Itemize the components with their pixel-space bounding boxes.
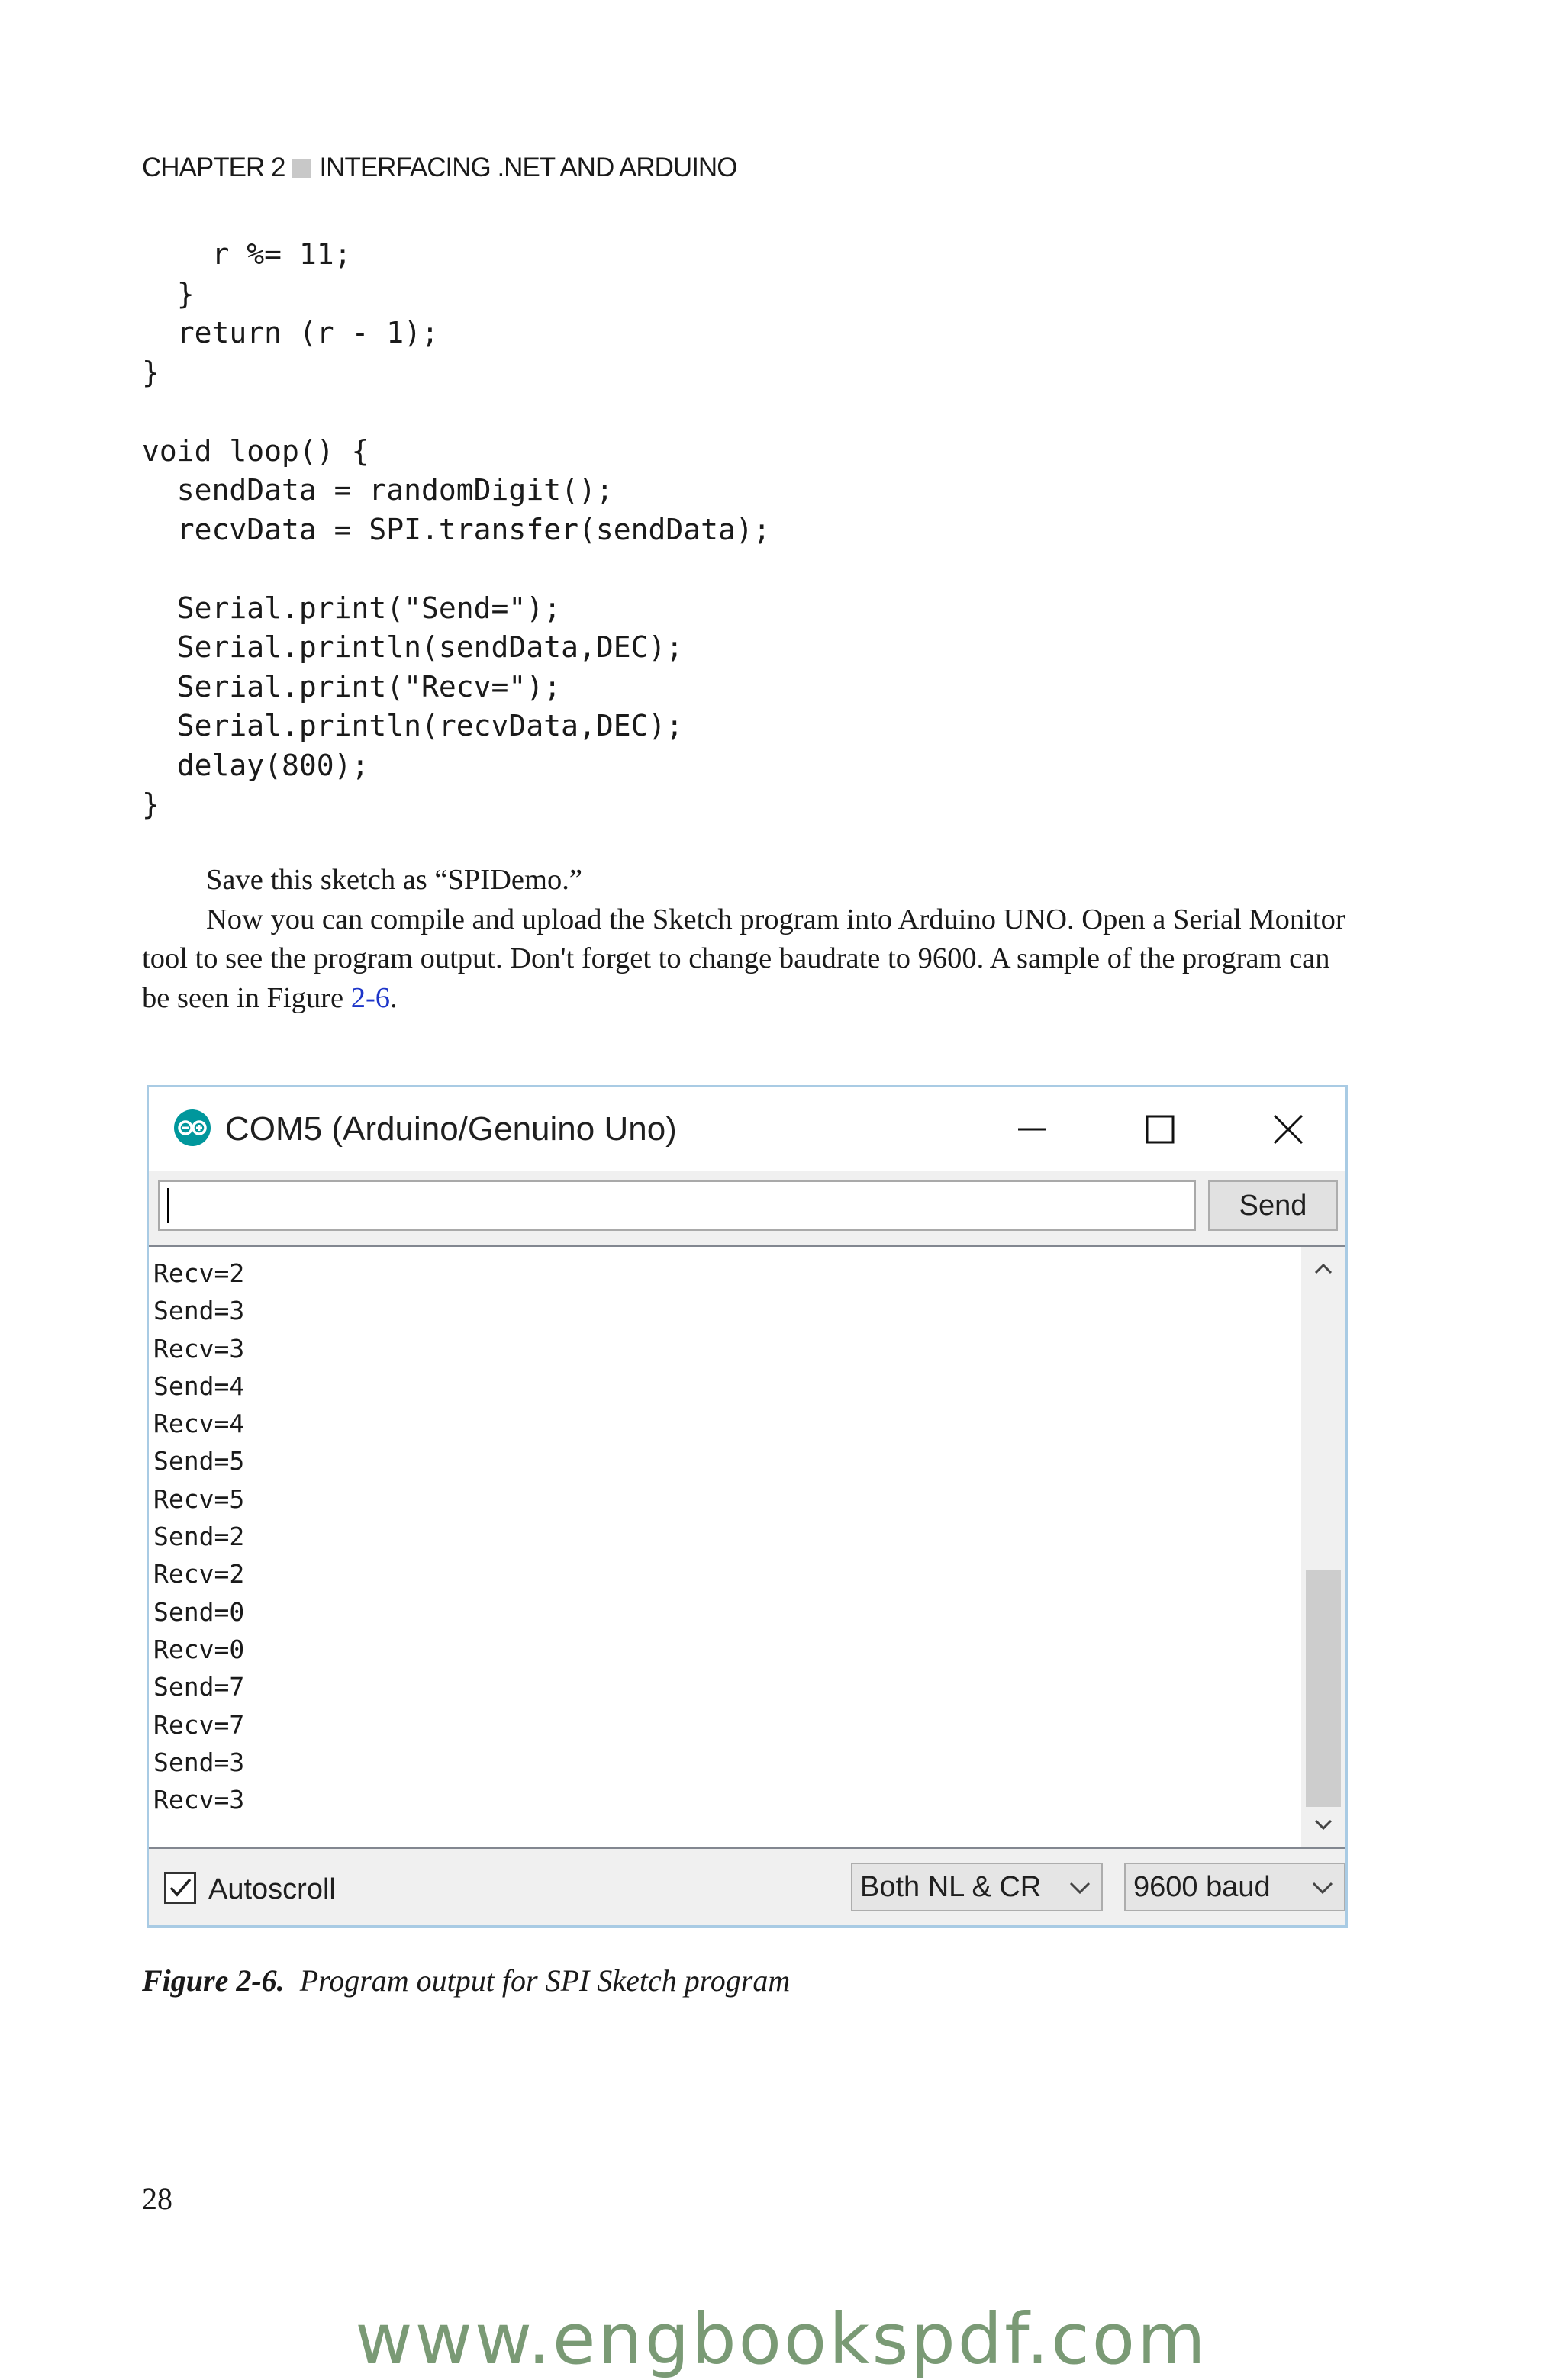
paragraph-text: Now you can compile and upload the Sketc… (142, 903, 1345, 1014)
serial-monitor-window: COM5 (Arduino/Genuino Uno) Send Recv=2 Se… (147, 1085, 1348, 1928)
code-listing: r %= 11; } return (r - 1); } void loop()… (142, 235, 771, 825)
figure-link[interactable]: 2-6 (351, 982, 390, 1014)
line-ending-value: Both NL & CR (860, 1871, 1042, 1903)
output-lines: Recv=2 Send=3 Recv=3 Send=4 Recv=4 Send=5 Recv… (153, 1254, 244, 1818)
serial-output[interactable]: Recv=2 Send=3 Recv=3 Send=4 Recv=4 Send=5 Recv… (149, 1245, 1345, 1849)
output-line: Recv=3 (153, 1333, 245, 1364)
output-line: Recv=4 (153, 1409, 245, 1439)
baud-rate-value: 9600 baud (1133, 1871, 1271, 1903)
scroll-down-button[interactable] (1301, 1802, 1345, 1847)
output-line: Send=5 (153, 1446, 245, 1477)
chapter-label: CHAPTER 2 (142, 153, 285, 182)
figure-caption-text: Program output for SPI Sketch program (299, 1963, 791, 1998)
code-line: Serial.print("Send="); (176, 591, 562, 625)
chevron-down-icon (1069, 1882, 1091, 1895)
page-number: 28 (142, 2182, 172, 2216)
minimize-button[interactable] (1005, 1104, 1059, 1155)
code-line: sendData = randomDigit(); (176, 473, 614, 507)
output-line: Recv=5 (153, 1483, 245, 1514)
running-header: CHAPTER 2 INTERFACING .NET AND ARDUINO (142, 153, 737, 183)
output-line: Send=3 (153, 1747, 245, 1777)
code-line: return (r - 1); (176, 316, 439, 349)
output-line: Send=4 (153, 1370, 245, 1401)
output-line: Recv=2 (153, 1559, 245, 1589)
output-line: Recv=2 (153, 1258, 245, 1288)
minimize-icon (1018, 1128, 1046, 1131)
close-icon (1273, 1114, 1304, 1145)
vertical-scrollbar[interactable] (1301, 1247, 1345, 1847)
output-line: Recv=0 (153, 1634, 245, 1664)
code-line: } (176, 276, 195, 311)
output-line: Send=3 (153, 1296, 245, 1326)
maximize-button[interactable] (1133, 1104, 1187, 1155)
code-line: } (142, 355, 160, 389)
baud-rate-select[interactable]: 9600 baud (1124, 1863, 1345, 1911)
body-text: Save this sketch as “SPIDemo.” Now you c… (142, 861, 1363, 1018)
serial-input[interactable] (158, 1180, 1196, 1231)
chevron-down-icon (1312, 1882, 1333, 1895)
scroll-up-button[interactable] (1301, 1247, 1345, 1291)
window-title: COM5 (Arduino/Genuino Uno) (225, 1110, 677, 1148)
output-line: Send=7 (153, 1672, 245, 1702)
send-button[interactable]: Send (1208, 1180, 1338, 1231)
status-bar: Autoscroll Both NL & CR 9600 baud (149, 1849, 1345, 1925)
chevron-up-icon (1314, 1263, 1333, 1274)
title-bar: COM5 (Arduino/Genuino Uno) (149, 1087, 1345, 1171)
autoscroll-label: Autoscroll (208, 1873, 336, 1905)
code-line: r %= 11; (211, 237, 352, 271)
code-line: recvData = SPI.transfer(sendData); (176, 512, 771, 546)
output-line: Send=2 (153, 1522, 245, 1552)
text-caret (167, 1188, 169, 1223)
paragraph: Now you can compile and upload the Sketc… (142, 900, 1363, 1019)
figure-label: Figure 2-6. (142, 1963, 285, 1998)
output-line: Recv=3 (153, 1785, 245, 1815)
code-line: } (142, 787, 160, 821)
watermark: www.engbookspdf.com (355, 2298, 1208, 2380)
maximize-icon (1146, 1115, 1175, 1144)
chevron-down-icon (1314, 1819, 1333, 1831)
close-button[interactable] (1262, 1104, 1315, 1155)
paragraph: Save this sketch as “SPIDemo.” (206, 864, 582, 896)
code-line: Serial.println(recvData,DEC); (176, 709, 684, 742)
chapter-title: INTERFACING .NET AND ARDUINO (319, 153, 737, 182)
code-line: void loop() { (142, 433, 369, 468)
code-line: delay(800); (176, 748, 369, 782)
arduino-logo-icon (174, 1109, 211, 1146)
paragraph-text: . (390, 981, 398, 1014)
code-line: Serial.print("Recv="); (176, 669, 562, 704)
line-ending-select[interactable]: Both NL & CR (851, 1863, 1103, 1911)
input-row: Send (149, 1171, 1345, 1245)
output-line: Recv=7 (153, 1709, 245, 1740)
output-line: Send=0 (153, 1596, 245, 1627)
autoscroll-checkbox[interactable] (164, 1872, 196, 1904)
code-line: Serial.println(sendData,DEC); (176, 630, 684, 664)
figure-caption: Figure 2-6. Program output for SPI Sketc… (142, 1963, 790, 1998)
scrollbar-thumb[interactable] (1306, 1570, 1341, 1807)
checkmark-icon (169, 1878, 192, 1897)
header-separator (292, 158, 312, 178)
